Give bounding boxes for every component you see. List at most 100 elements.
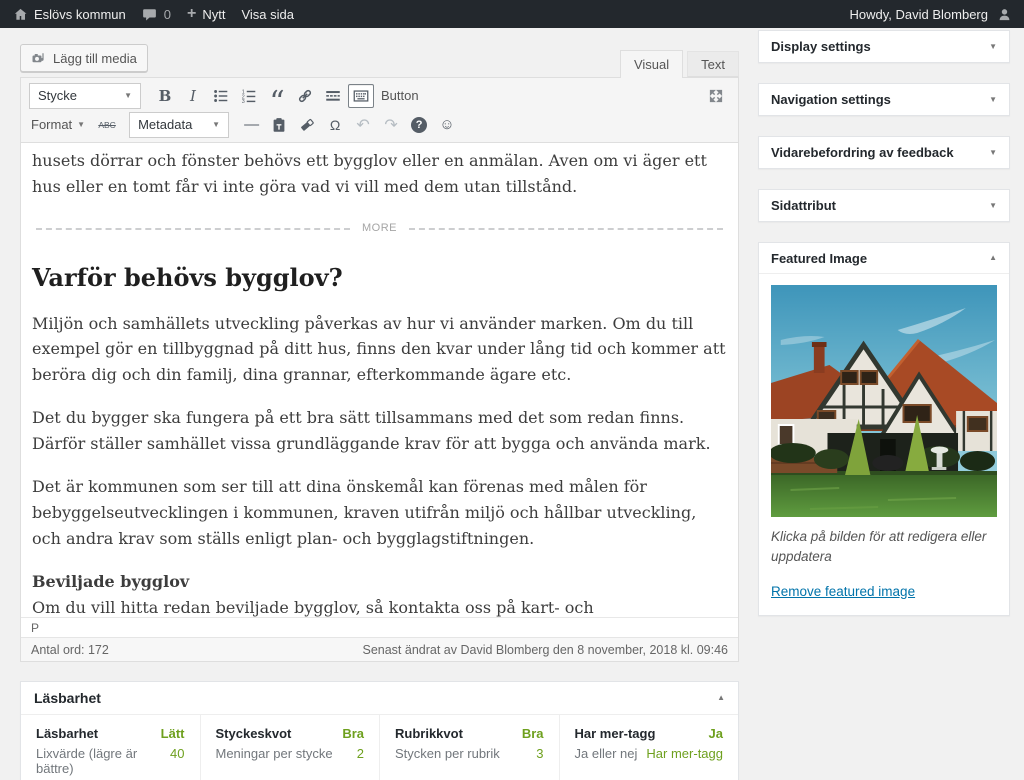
metric-sublabel: Ja eller nej xyxy=(574,746,638,761)
element-path-bar[interactable]: P xyxy=(21,617,738,637)
comment-count: 0 xyxy=(163,6,171,22)
panel-header[interactable]: Featured Image ▲ xyxy=(759,243,1009,274)
metric-label: Har mer-tagg xyxy=(574,726,656,741)
eraser-icon xyxy=(301,118,314,131)
panel-navigation-settings: Navigation settings ▼ xyxy=(758,83,1010,116)
chevron-up-icon[interactable]: ▲ xyxy=(989,254,997,262)
read-more-icon xyxy=(326,90,340,101)
tab-visual[interactable]: Visual xyxy=(619,50,684,78)
numbered-list-icon: 1 2 3 xyxy=(242,89,256,105)
content-heading: Varför behövs bygglov? xyxy=(32,262,343,292)
remove-featured-image-link[interactable]: Remove featured image xyxy=(771,584,915,599)
tab-text[interactable]: Text xyxy=(687,51,739,77)
editor-mode-tabs: Visual Text xyxy=(20,50,739,78)
admin-bar-account[interactable]: Howdy, David Blomberg xyxy=(850,6,1012,22)
panel-header[interactable]: Vidarebefordring av feedback ▼ xyxy=(759,137,1009,168)
metric-status: Ja xyxy=(708,726,723,741)
last-edited: Senast ändrat av David Blomberg den 8 no… xyxy=(362,642,728,657)
read-more-button[interactable] xyxy=(320,84,346,108)
chevron-down-icon[interactable]: ▼ xyxy=(989,95,997,104)
element-path: P xyxy=(31,620,40,635)
strikethrough-button[interactable]: ABC xyxy=(94,113,120,137)
admin-bar: Eslövs kommun 0 + Nytt Visa sida Howdy, … xyxy=(0,0,1024,28)
panel-header[interactable]: Navigation settings ▼ xyxy=(759,84,1009,115)
link-button[interactable] xyxy=(292,84,318,108)
fullscreen-button[interactable] xyxy=(703,84,729,108)
paragraph: Miljön och samhällets utveckling påverka… xyxy=(32,313,726,385)
editor-status-bar: Antal ord: 172 Senast ändrat av David Bl… xyxy=(21,637,738,661)
keyboard-icon xyxy=(353,89,369,102)
view-page-label: Visa sida xyxy=(241,6,294,22)
featured-image-caption: Klicka på bilden för att redigera eller … xyxy=(771,529,987,565)
readability-title: Läsbarhet xyxy=(34,690,101,706)
horizontal-rule-button[interactable]: — xyxy=(238,113,264,137)
svg-text:3: 3 xyxy=(242,99,245,105)
paste-as-text-button[interactable] xyxy=(266,113,292,137)
metric-sublabel: Lixvärde (lägre är bättre) xyxy=(36,746,138,776)
readability-header[interactable]: Läsbarhet ▲ xyxy=(21,682,738,715)
paragraph: Det är kommunen som ser till att dina ön… xyxy=(32,477,697,548)
fullscreen-icon xyxy=(709,89,723,102)
comment-bubble-icon xyxy=(142,6,158,22)
toolbar-toggle-button[interactable] xyxy=(348,83,374,108)
chevron-down-icon[interactable]: ▼ xyxy=(989,42,997,51)
bullet-list-button[interactable] xyxy=(208,84,234,108)
panel-title: Navigation settings xyxy=(771,92,891,107)
visual-editor: Stycke ▼ B I 1 2 3 “ Button Format ▼ ABC… xyxy=(20,77,739,662)
admin-bar-comments[interactable]: 0 xyxy=(142,6,171,22)
panel-header[interactable]: Display settings ▼ xyxy=(759,31,1009,62)
bold-button[interactable]: B xyxy=(152,84,178,108)
avatar-icon xyxy=(996,6,1012,22)
help-button[interactable]: ? xyxy=(406,113,432,137)
readability-panel: Läsbarhet ▲ Läsbarhet Lätt Lixvärde (lägr… xyxy=(20,681,739,780)
admin-bar-new[interactable]: + Nytt xyxy=(187,6,225,22)
metric-value: 2 xyxy=(356,746,364,761)
site-name: Eslövs kommun xyxy=(34,6,126,22)
numbered-list-button[interactable]: 1 2 3 xyxy=(236,84,262,108)
panel-header[interactable]: Sidattribut ▼ xyxy=(759,190,1009,221)
metadata-select[interactable]: Metadata ▼ xyxy=(129,111,230,138)
undo-button[interactable]: ↶ xyxy=(350,113,376,137)
howdy-text: Howdy, David Blomberg xyxy=(849,6,988,22)
panel-display-settings: Display settings ▼ xyxy=(758,30,1010,63)
admin-bar-site[interactable]: Eslövs kommun xyxy=(12,6,126,22)
metric-value: Har mer-tagg xyxy=(646,746,723,761)
chevron-down-icon[interactable]: ▼ xyxy=(989,148,997,157)
paragraph-style-select[interactable]: Stycke ▼ xyxy=(29,82,141,109)
metric-styckeskvot: Styckeskvot Bra Meningar per stycke 2 xyxy=(201,715,380,780)
metric-status: Bra xyxy=(342,726,364,741)
panel-title: Vidarebefordring av feedback xyxy=(771,145,954,160)
chevron-down-icon[interactable]: ▼ xyxy=(989,201,997,210)
special-character-button[interactable]: Ω xyxy=(322,113,348,137)
format-dropdown[interactable]: Format ▼ xyxy=(29,117,93,132)
paragraph: husets dörrar och fönster behövs ett byg… xyxy=(32,151,707,196)
chevron-down-icon: ▼ xyxy=(212,119,221,129)
metric-value: 3 xyxy=(536,746,544,761)
paragraph-style-value: Stycke xyxy=(38,88,78,103)
metric-sublabel: Stycken per rubrik xyxy=(395,746,500,761)
link-icon xyxy=(298,89,312,102)
toolbar-row-1: Stycke ▼ B I 1 2 3 “ Button xyxy=(29,81,730,110)
panel-title: Featured Image xyxy=(771,250,868,266)
chevron-down-icon: ▼ xyxy=(124,90,132,100)
more-tag-separator[interactable]: MORE xyxy=(36,220,723,238)
clear-formatting-button[interactable] xyxy=(294,113,320,137)
metadata-select-value: Metadata xyxy=(138,117,193,132)
italic-button[interactable]: I xyxy=(180,84,206,108)
more-dash-line xyxy=(409,227,723,230)
collapse-icon[interactable]: ▲ xyxy=(717,694,725,702)
wordpress-edit-page: Eslövs kommun 0 + Nytt Visa sida Howdy, … xyxy=(0,0,1024,780)
panel-featured-image: Featured Image ▲ Klicka på bilden för at… xyxy=(758,242,1010,616)
editor-content[interactable]: husets dörrar och fönster behövs ett byg… xyxy=(21,143,738,617)
metric-mer-tagg: Har mer-tagg Ja Ja eller nej Har mer-tagg xyxy=(560,715,739,780)
panel-title: Sidattribut xyxy=(771,198,836,213)
featured-image[interactable] xyxy=(771,285,997,517)
readability-metrics: Läsbarhet Lätt Lixvärde (lägre är bättre)… xyxy=(21,715,738,780)
blockquote-button[interactable]: “ xyxy=(264,84,290,108)
emoticons-button[interactable]: ☺ xyxy=(434,113,460,137)
settings-sidebar: Display settings ▼ Navigation settings ▼… xyxy=(758,30,1010,636)
admin-bar-view-page[interactable]: Visa sida xyxy=(241,7,294,22)
bullet-list-icon xyxy=(214,89,228,102)
redo-button[interactable]: ↷ xyxy=(378,113,404,137)
button-shortcode-button[interactable]: Button xyxy=(381,88,419,103)
